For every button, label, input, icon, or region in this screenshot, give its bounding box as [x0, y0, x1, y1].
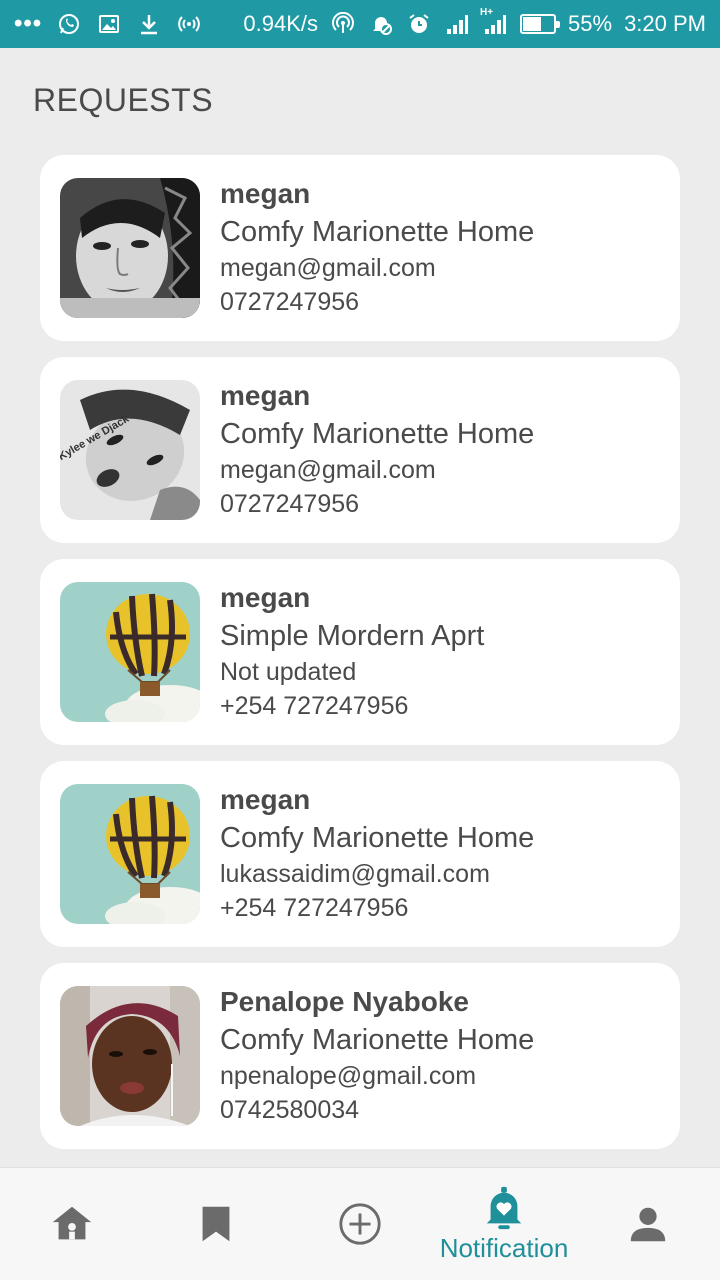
nav-profile[interactable]	[578, 1174, 718, 1274]
alarm-icon	[406, 11, 432, 37]
nav-add[interactable]	[290, 1174, 430, 1274]
requester-name: megan	[220, 784, 311, 815]
property-name: Simple Mordern Aprt	[220, 620, 485, 652]
requester-name: megan	[220, 582, 311, 613]
avatar	[60, 178, 200, 318]
request-card[interactable]: Kylee we Djack megan Comfy Marionette Ho…	[40, 357, 680, 543]
bookmark-icon	[202, 1206, 230, 1242]
hotspot-icon	[330, 11, 356, 37]
requester-name: megan	[220, 178, 311, 209]
download-icon	[136, 11, 162, 37]
requester-name: Penalope Nyaboke	[220, 986, 469, 1017]
property-name: Comfy Marionette Home	[220, 1024, 535, 1056]
request-info: megan Comfy Marionette Home lukassaidim@…	[220, 782, 534, 926]
avatar: Kylee we Djack	[60, 380, 200, 520]
avatar	[60, 784, 200, 924]
request-list: megan Comfy Marionette Home megan@gmail.…	[40, 155, 680, 1165]
bell-muted-icon	[368, 11, 394, 37]
home-icon	[52, 1206, 92, 1240]
profile-icon	[630, 1207, 666, 1242]
property-name: Comfy Marionette Home	[220, 216, 535, 248]
request-info: Penalope Nyaboke Comfy Marionette Home n…	[220, 984, 534, 1128]
property-name: Comfy Marionette Home	[220, 822, 535, 854]
requester-phone: +254 727247956	[220, 692, 409, 720]
whatsapp-icon	[56, 11, 82, 37]
request-info: megan Comfy Marionette Home megan@gmail.…	[220, 378, 534, 522]
notification-bell-icon	[486, 1186, 522, 1229]
requester-phone: 0727247956	[220, 288, 360, 316]
signal-icon	[444, 11, 470, 37]
signal-hplus-icon: H+	[480, 7, 508, 37]
request-card[interactable]: megan Simple Mordern Aprt Not updated +2…	[40, 559, 680, 745]
page-title: REQUESTS	[33, 82, 214, 118]
more-dots-icon: •••	[14, 10, 43, 37]
bottom-navigation: Notification	[0, 1167, 720, 1280]
nav-notification[interactable]: Notification	[434, 1174, 574, 1274]
broadcast-icon	[176, 11, 202, 37]
requester-email: Not updated	[220, 658, 357, 686]
requester-email: npenalope@gmail.com	[220, 1062, 477, 1090]
gallery-icon	[96, 11, 122, 37]
network-speed: 0.94K/s	[243, 11, 319, 36]
request-info: megan Simple Mordern Aprt Not updated +2…	[220, 580, 484, 724]
avatar	[60, 582, 200, 722]
request-info: megan Comfy Marionette Home megan@gmail.…	[220, 176, 534, 320]
request-card[interactable]: Penalope Nyaboke Comfy Marionette Home n…	[40, 963, 680, 1149]
add-circle-icon	[339, 1203, 381, 1245]
requester-email: megan@gmail.com	[220, 456, 436, 484]
requester-phone: +254 727247956	[220, 894, 409, 922]
request-card[interactable]: megan Comfy Marionette Home lukassaidim@…	[40, 761, 680, 947]
property-name: Comfy Marionette Home	[220, 418, 535, 450]
nav-saved[interactable]	[146, 1174, 286, 1274]
requester-email: lukassaidim@gmail.com	[220, 860, 490, 888]
nav-home[interactable]	[2, 1174, 142, 1274]
requester-name: megan	[220, 380, 311, 411]
clock: 3:20 PM	[624, 11, 706, 36]
requester-email: megan@gmail.com	[220, 254, 436, 282]
requester-phone: 0727247956	[220, 490, 360, 518]
battery-fill	[523, 17, 541, 31]
network-type: H+	[480, 7, 494, 18]
battery-icon	[520, 14, 561, 34]
nav-notification-label: Notification	[439, 1232, 569, 1263]
requester-phone: 0742580034	[220, 1096, 360, 1124]
status-bar: ••• 0.94K/s H+ 55% 3:20 PM	[0, 0, 720, 48]
battery-percent: 55%	[568, 11, 613, 36]
avatar	[60, 986, 200, 1126]
request-card[interactable]: megan Comfy Marionette Home megan@gmail.…	[40, 155, 680, 341]
